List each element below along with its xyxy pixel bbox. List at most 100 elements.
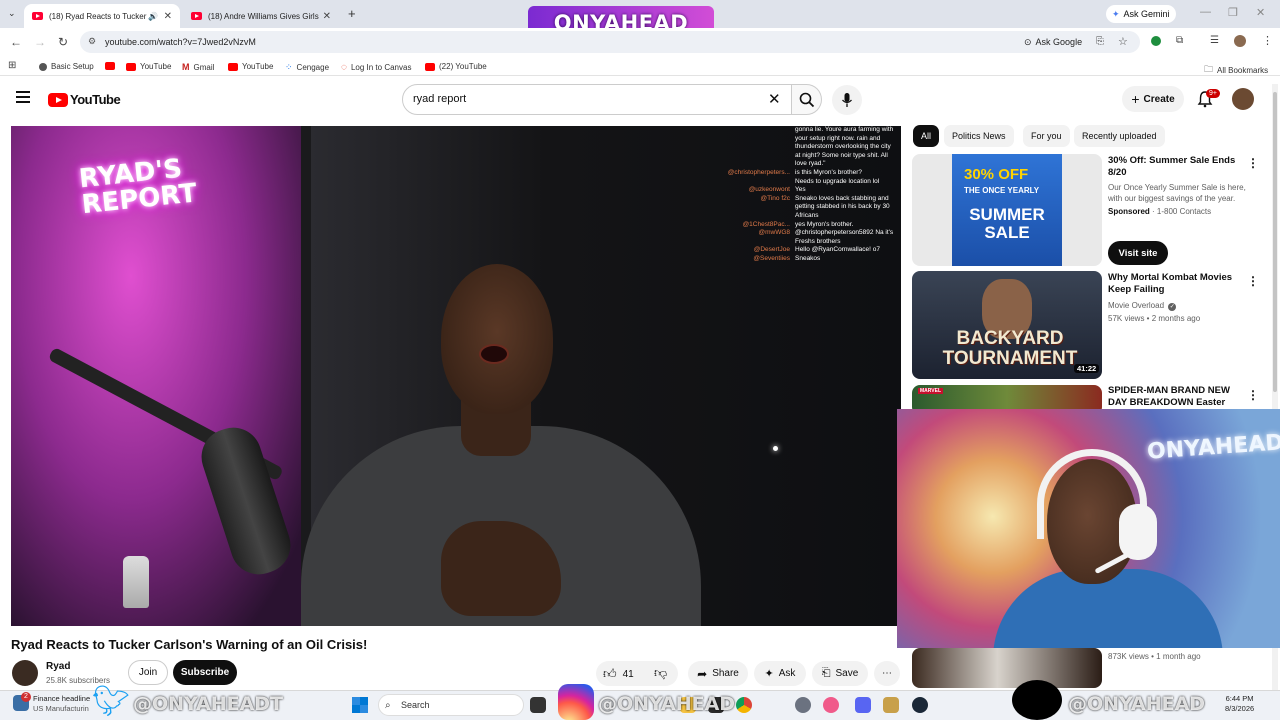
channel-name[interactable]: Ryad: [46, 661, 70, 672]
install-icon[interactable]: ⎘: [1096, 36, 1104, 47]
chip-recently-uploaded[interactable]: Recently uploaded: [1074, 125, 1165, 147]
menu-icon[interactable]: [16, 91, 30, 106]
sponsored-label: Sponsored: [1108, 207, 1150, 216]
speaker-icon: 🔊: [148, 11, 158, 21]
subscribe-button[interactable]: Subscribe: [173, 660, 237, 685]
ad-title[interactable]: 30% Off: Summer Sale Ends 8/20: [1108, 155, 1238, 179]
bookmark-cengage[interactable]: ⁘ Cengage: [285, 62, 329, 73]
more-actions-button[interactable]: ⋯: [874, 661, 900, 686]
instagram-handle-watermark: @ONYAHEAD: [598, 693, 736, 715]
create-button[interactable]: + Create: [1122, 86, 1184, 112]
tab-search-icon[interactable]: ⌄: [8, 8, 16, 19]
account-avatar[interactable]: [1232, 88, 1254, 110]
windows-start-icon[interactable]: [352, 697, 368, 713]
gemini-icon: ✦: [1112, 8, 1120, 19]
extension-green-icon[interactable]: [1151, 36, 1161, 46]
bookmark-gmail[interactable]: M Gmail: [182, 62, 214, 72]
video-thumbnail-1[interactable]: BACKYARD TOURNAMENT 41:22: [912, 271, 1102, 379]
restore-icon[interactable]: ❐: [1228, 6, 1238, 19]
chip-politics-news[interactable]: Politics News: [944, 125, 1014, 147]
bookmark-youtube-2[interactable]: YouTube: [126, 62, 171, 71]
discord-icon[interactable]: [855, 697, 871, 713]
chip-all[interactable]: All: [913, 125, 940, 147]
reload-icon[interactable]: ↻: [58, 35, 68, 49]
share-button[interactable]: ➦ Share: [688, 661, 748, 686]
scrollbar-thumb[interactable]: [1273, 92, 1277, 392]
forward-icon[interactable]: →: [34, 35, 46, 49]
like-button[interactable]: 👍︎ 41: [603, 666, 634, 682]
voice-search-button[interactable]: [832, 85, 862, 115]
instagram-app-icon[interactable]: [558, 684, 594, 720]
task-view-icon[interactable]: [530, 697, 546, 713]
bookmark-youtube-3[interactable]: YouTube: [228, 62, 273, 71]
mic-icon: [842, 93, 852, 107]
search-button[interactable]: [792, 84, 822, 115]
bookmark-basic-setup[interactable]: Basic Setup: [39, 62, 94, 71]
back-icon[interactable]: ←: [10, 35, 22, 49]
chat-text: is this Myron's brother?: [795, 168, 862, 176]
chat-message: Freshs brothers: [709, 238, 901, 247]
like-count: 41: [622, 668, 634, 680]
chat-text: Yes: [795, 186, 806, 194]
channel-avatar[interactable]: [12, 660, 38, 686]
chat-message: Needs to upgrade location lol: [709, 178, 901, 187]
chat-username: @1Chest8Pac...: [742, 220, 790, 228]
clear-search-icon[interactable]: ✕: [768, 90, 781, 108]
system-clock[interactable]: 6:44 PM 8/3/2026: [1225, 694, 1254, 714]
video-title-1[interactable]: Why Mortal Kombat Movies Keep Failing: [1108, 272, 1238, 296]
site-info-icon[interactable]: ⚙: [88, 36, 96, 47]
bookmark-youtube[interactable]: [105, 62, 115, 70]
extensions-icon[interactable]: ⧉: [1176, 35, 1183, 46]
ask-google-button[interactable]: ⊙ Ask Google: [1018, 34, 1088, 50]
chat-message: at night? Some noir type shit. All: [709, 152, 901, 161]
youtube-logo[interactable]: YouTube: [48, 92, 121, 107]
chip-for-you[interactable]: For you: [1023, 125, 1070, 147]
video-player[interactable]: RYAD'S REPORT gonna lie. Youre aura farm…: [11, 126, 901, 626]
chat-text: Africans: [795, 211, 819, 219]
taskbar-search-label: Search: [401, 700, 430, 710]
app-icon-2[interactable]: [883, 697, 899, 713]
dislike-button[interactable]: 👎︎: [654, 665, 667, 681]
steam-icon[interactable]: [912, 697, 928, 713]
search-query[interactable]: ryad report: [413, 93, 466, 105]
news-widget[interactable]: Finance headline US Manufacturin: [33, 694, 90, 714]
video-thumbnail-3[interactable]: [912, 648, 1102, 688]
minimize-icon[interactable]: —: [1200, 6, 1211, 18]
tiktok-icon[interactable]: [1012, 680, 1062, 720]
save-button[interactable]: ⎗ Save: [812, 661, 868, 686]
bookmark-star-icon[interactable]: ☆: [1118, 35, 1128, 48]
apps-icon[interactable]: ⊞: [8, 60, 16, 71]
tab-search-list-icon[interactable]: ☰: [1210, 35, 1219, 46]
taskbar-search[interactable]: ⌕ Search: [378, 694, 524, 716]
video-more-icon-1[interactable]: ⋮: [1247, 274, 1259, 288]
twitter-handle-watermark: @ONYAHEADT: [133, 693, 284, 715]
tab-ryad[interactable]: (18) Ryad Reacts to Tucker 🔊 ✕: [24, 4, 180, 28]
menu-dots-icon[interactable]: ⋮: [1262, 34, 1273, 47]
chrome-icon[interactable]: [736, 697, 752, 713]
ad-thumbnail[interactable]: 30% OFF THE ONCE YEARLY SUMMER SALE: [912, 154, 1102, 266]
music-icon[interactable]: [823, 697, 839, 713]
ask-button[interactable]: ✦ Ask: [754, 661, 806, 686]
cengage-icon: ⁘: [285, 62, 293, 72]
bookmark-canvas[interactable]: ◌ Log In to Canvas: [341, 62, 411, 73]
close-tab-icon[interactable]: ✕: [323, 11, 331, 22]
all-bookmarks[interactable]: 🗀 All Bookmarks: [1204, 62, 1268, 78]
chat-text: getting stabbed in his back by 30: [795, 203, 890, 211]
marvel-badge: MARVEL: [918, 388, 944, 394]
tab-andre[interactable]: (18) Andre Williams Gives Girls ✕: [183, 4, 339, 28]
chat-text: Sneako loves back stabbing and: [795, 194, 889, 202]
bookmark-youtube-4[interactable]: (22) YouTube: [425, 62, 487, 71]
ask-gemini-button[interactable]: ✦ Ask Gemini: [1106, 5, 1176, 23]
new-tab-icon[interactable]: +: [348, 6, 356, 21]
join-button[interactable]: Join: [128, 660, 168, 685]
visit-site-button[interactable]: Visit site: [1108, 241, 1168, 265]
close-tab-icon[interactable]: ✕: [164, 11, 172, 22]
close-window-icon[interactable]: ✕: [1256, 6, 1265, 19]
chat-username: @Seventiies: [753, 254, 790, 262]
url-text[interactable]: youtube.com/watch?v=7Jwed2vNzvM: [105, 37, 256, 47]
settings-icon[interactable]: [795, 697, 811, 713]
notification-count-badge: 9+: [1206, 89, 1220, 98]
profile-avatar[interactable]: [1234, 35, 1246, 47]
video-more-icon-2[interactable]: ⋮: [1247, 388, 1259, 402]
ad-more-icon[interactable]: ⋮: [1247, 156, 1259, 170]
